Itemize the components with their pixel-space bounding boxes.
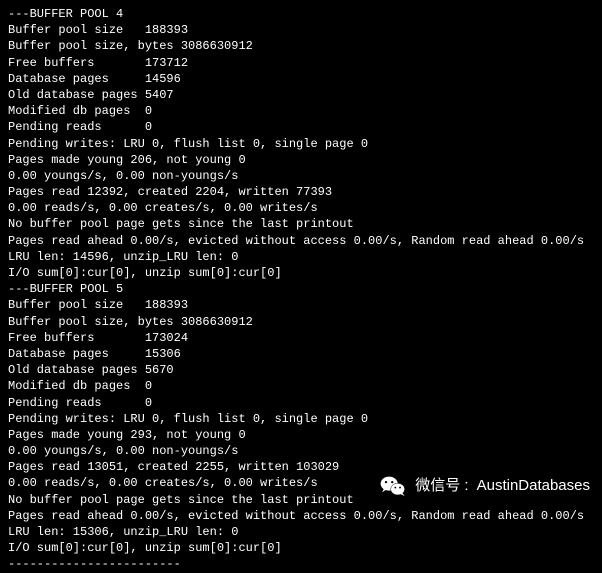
terminal-line: Buffer pool size 188393 xyxy=(8,297,594,313)
terminal-line: Buffer pool size 188393 xyxy=(8,22,594,38)
terminal-line: No buffer pool page gets since the last … xyxy=(8,216,594,232)
watermark-value: AustinDatabases xyxy=(477,476,590,496)
terminal-line: Modified db pages 0 xyxy=(8,103,594,119)
terminal-line: ------------------------ xyxy=(8,556,594,572)
terminal-line: ---BUFFER POOL 5 xyxy=(8,281,594,297)
terminal-line: Pending reads 0 xyxy=(8,119,594,135)
terminal-line: Pending reads 0 xyxy=(8,395,594,411)
terminal-line: 0.00 youngs/s, 0.00 non-youngs/s xyxy=(8,443,594,459)
terminal-line: Buffer pool size, bytes 3086630912 xyxy=(8,38,594,54)
terminal-line: Pages read ahead 0.00/s, evicted without… xyxy=(8,233,594,249)
terminal-line: Free buffers 173712 xyxy=(8,55,594,71)
terminal-line: Pending writes: LRU 0, flush list 0, sin… xyxy=(8,411,594,427)
terminal-line: 0.00 youngs/s, 0.00 non-youngs/s xyxy=(8,168,594,184)
terminal-line: Pages made young 206, not young 0 xyxy=(8,152,594,168)
terminal-line: Pages read 12392, created 2204, written … xyxy=(8,184,594,200)
terminal-line: Pending writes: LRU 0, flush list 0, sin… xyxy=(8,136,594,152)
wechat-icon xyxy=(379,472,407,500)
terminal-line: ---BUFFER POOL 4 xyxy=(8,6,594,22)
terminal-line: I/O sum[0]:cur[0], unzip sum[0]:cur[0] xyxy=(8,265,594,281)
terminal-line: Pages made young 293, not young 0 xyxy=(8,427,594,443)
watermark: 微信号 : AustinDatabases xyxy=(379,472,590,500)
terminal-line: Buffer pool size, bytes 3086630912 xyxy=(8,314,594,330)
terminal-line: Database pages 14596 xyxy=(8,71,594,87)
terminal-line: Database pages 15306 xyxy=(8,346,594,362)
watermark-label: 微信号 : xyxy=(415,476,468,496)
terminal-line: Old database pages 5670 xyxy=(8,362,594,378)
terminal-line: LRU len: 14596, unzip_LRU len: 0 xyxy=(8,249,594,265)
terminal-line: 0.00 reads/s, 0.00 creates/s, 0.00 write… xyxy=(8,200,594,216)
terminal-line: I/O sum[0]:cur[0], unzip sum[0]:cur[0] xyxy=(8,540,594,556)
terminal-line: Modified db pages 0 xyxy=(8,378,594,394)
terminal-line: Free buffers 173024 xyxy=(8,330,594,346)
terminal-line: LRU len: 15306, unzip_LRU len: 0 xyxy=(8,524,594,540)
terminal-line: Old database pages 5407 xyxy=(8,87,594,103)
